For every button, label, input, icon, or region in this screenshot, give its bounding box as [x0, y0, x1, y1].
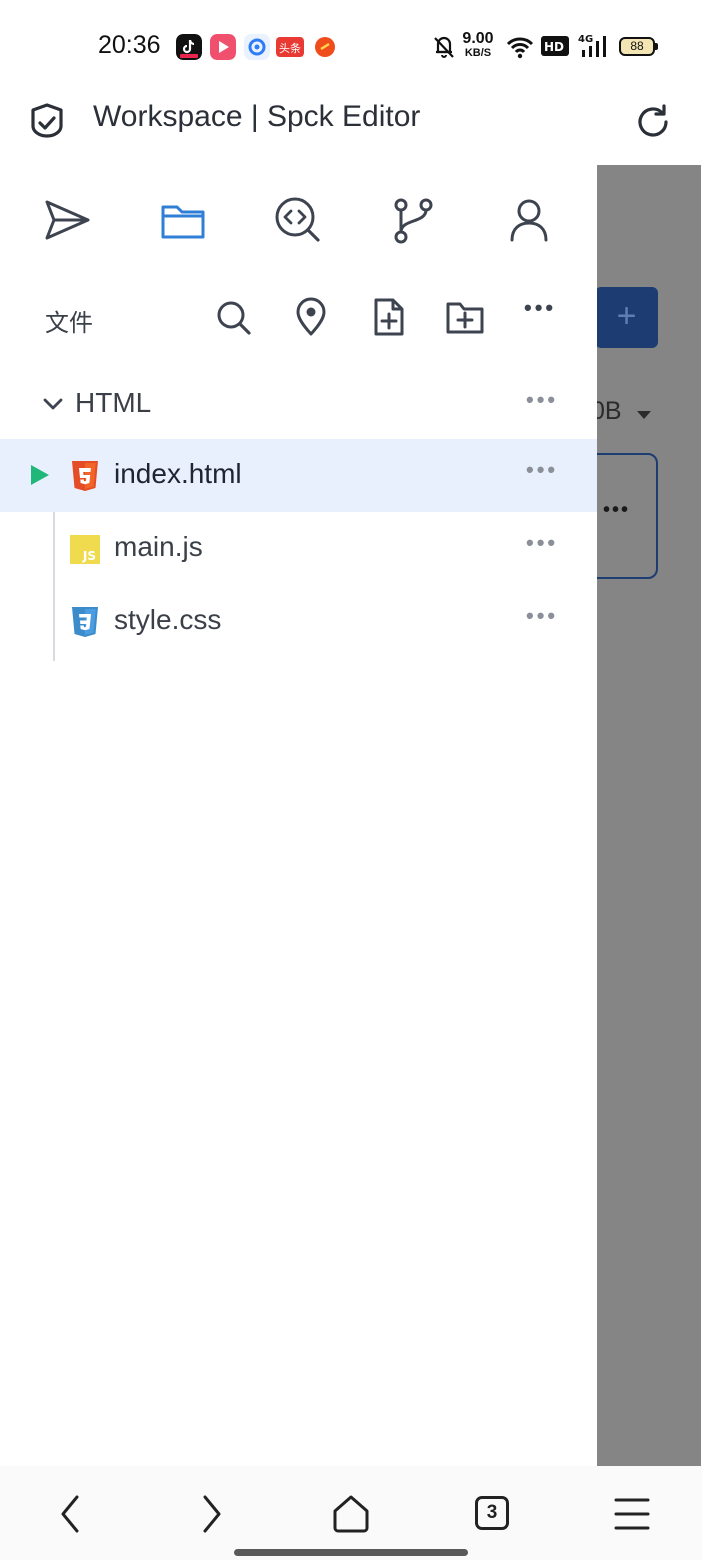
more-icon[interactable]: ••• — [526, 603, 558, 629]
git-branch-icon[interactable] — [388, 195, 438, 245]
project-card[interactable]: ••• — [597, 453, 658, 579]
more-icon[interactable]: ••• — [526, 530, 558, 556]
file-name: main.js — [114, 531, 203, 562]
css3-icon — [72, 607, 98, 637]
folder-name: HTML — [75, 387, 152, 418]
user-icon[interactable] — [504, 195, 554, 245]
status-bar: 20:36 头条 9.00 KB/S HD 4G 88 — [0, 0, 702, 92]
new-folder-icon[interactable] — [445, 297, 485, 337]
drawer-backdrop[interactable]: + 0B ••• — [597, 165, 701, 1466]
reload-icon[interactable] — [634, 98, 674, 146]
js-badge: JS — [82, 549, 96, 563]
back-icon[interactable] — [56, 1494, 86, 1534]
file-name: index.html — [114, 458, 242, 489]
search-icon[interactable] — [213, 297, 253, 337]
file-row-index-html[interactable]: index.html ••• — [0, 439, 597, 512]
hd-label: HD — [544, 40, 564, 54]
net-speed-unit: KB/S — [464, 47, 492, 59]
bell-muted-icon — [434, 36, 454, 58]
net-speed-value: 9.00 — [462, 30, 494, 47]
tabs-button[interactable]: 3 — [475, 1496, 509, 1530]
play-icon[interactable] — [29, 463, 51, 487]
html5-icon — [72, 461, 98, 491]
more-icon[interactable]: ••• — [526, 387, 558, 413]
page-title: Workspace | Spck Editor — [93, 100, 421, 133]
home-indicator[interactable] — [234, 1549, 468, 1556]
qq-browser-icon — [244, 34, 270, 60]
toutiao-icon: 头条 — [276, 37, 304, 57]
locate-icon[interactable] — [291, 297, 331, 337]
system-navigation-bar — [0, 1466, 702, 1560]
wifi-icon — [506, 37, 534, 59]
video-app-icon — [210, 34, 236, 60]
menu-icon[interactable] — [613, 1494, 651, 1534]
tiktok-icon — [176, 34, 202, 60]
caret-down-icon — [637, 411, 651, 419]
javascript-icon: JS — [70, 535, 100, 564]
folder-row-html[interactable]: HTML ••• — [0, 371, 597, 437]
signal-icon: 4G — [578, 34, 606, 57]
drawer-nav — [0, 165, 597, 275]
home-icon[interactable] — [331, 1494, 371, 1534]
more-icon[interactable]: ••• — [526, 457, 558, 483]
net-speed: 9.00 KB/S — [460, 31, 496, 59]
network-label: 4G — [578, 34, 593, 45]
files-toolbar: 文件 ••• — [0, 285, 597, 349]
file-drawer: 文件 ••• HTML ••• index.html ••• JS main.j… — [0, 165, 597, 1466]
new-file-icon[interactable] — [369, 297, 409, 337]
taobao-special-icon — [315, 37, 335, 57]
send-icon[interactable] — [42, 195, 92, 245]
battery-indicator: 88 — [619, 37, 658, 56]
app-title-bar: Workspace | Spck Editor — [0, 92, 702, 165]
more-icon[interactable]: ••• — [603, 499, 630, 522]
partial-size-text: 0B — [597, 397, 622, 425]
hd-icon: HD — [541, 36, 569, 56]
folder-icon[interactable] — [158, 195, 208, 245]
more-icon[interactable]: ••• — [524, 295, 556, 321]
file-row-main-js[interactable]: JS main.js ••• — [0, 512, 597, 585]
file-row-style-css[interactable]: style.css ••• — [0, 585, 597, 658]
toutiao-label: 头条 — [279, 41, 301, 55]
forward-icon[interactable] — [196, 1494, 226, 1534]
file-name: style.css — [114, 604, 222, 635]
files-label: 文件 — [45, 310, 93, 337]
chevron-down-icon[interactable] — [42, 397, 64, 411]
status-time: 20:36 — [98, 31, 161, 59]
shield-check-icon[interactable] — [27, 98, 67, 146]
code-search-icon[interactable] — [272, 195, 322, 245]
add-button[interactable]: + — [597, 287, 658, 348]
